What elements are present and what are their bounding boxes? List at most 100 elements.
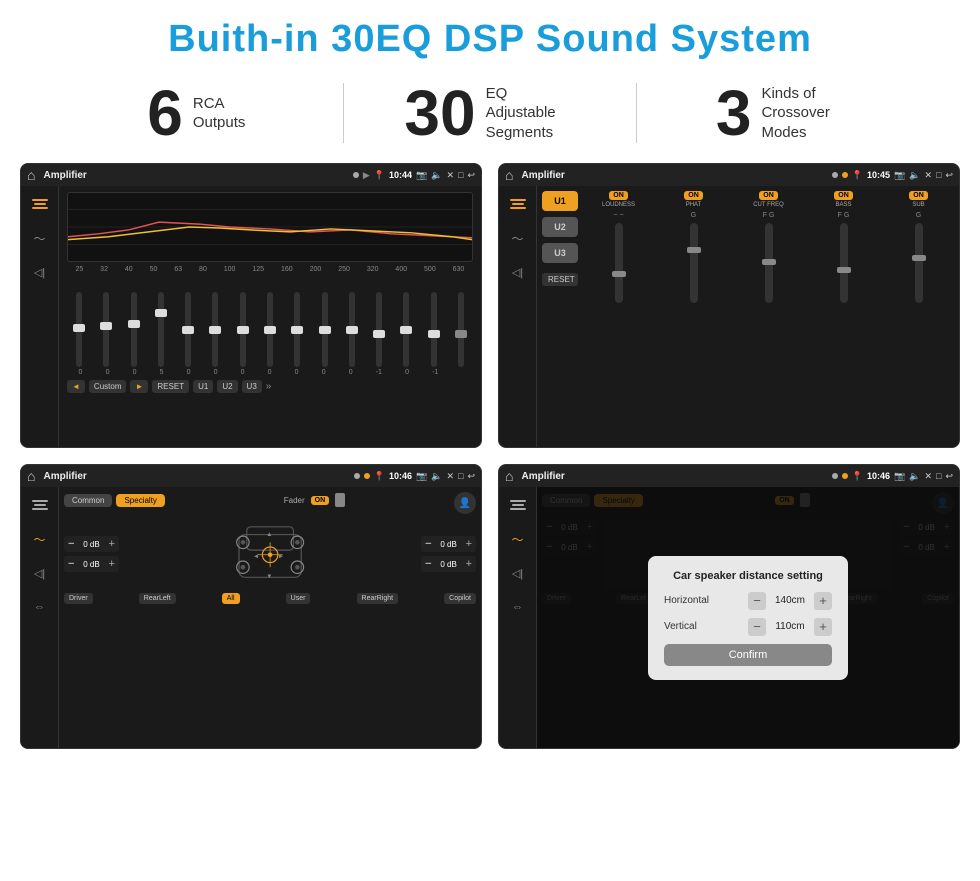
all-btn[interactable]: All	[222, 593, 240, 604]
eq-slider-5[interactable]	[176, 292, 200, 367]
eq-slider-4[interactable]	[149, 292, 173, 367]
back-icon-2: ↩	[945, 170, 953, 181]
status-bar-3: ⌂ Amplifier 📍 10:46 📷 🔈 ✕ □ ↩	[21, 465, 481, 487]
custom-label: Custom	[89, 380, 127, 393]
db-val-4: 0 dB	[435, 560, 463, 569]
home-icon-2[interactable]: ⌂	[505, 167, 513, 183]
screen-mixer: ⌂ Amplifier 📍 10:45 📷 🔈 ✕ □ ↩ 〜	[498, 163, 960, 448]
horizontal-plus[interactable]: +	[814, 592, 832, 610]
sidebar-expand-icon-3[interactable]: ⇔	[28, 597, 52, 617]
eq-slider-8[interactable]	[258, 292, 282, 367]
sidebar-wave-icon-3[interactable]: 〜	[28, 529, 52, 549]
vertical-minus[interactable]: −	[748, 618, 766, 636]
vertical-label: Vertical	[664, 621, 697, 632]
db-minus-1[interactable]: −	[68, 538, 74, 550]
confirm-button[interactable]: Confirm	[664, 644, 832, 666]
eq-slider-6[interactable]	[203, 292, 227, 367]
reset-button-1[interactable]: RESET	[152, 380, 189, 393]
eq-slider-15[interactable]	[449, 292, 473, 367]
label-phat: PHAT	[686, 202, 702, 208]
u3-button[interactable]: U3	[242, 380, 262, 393]
vertical-plus[interactable]: +	[814, 618, 832, 636]
eq-slider-9[interactable]	[285, 292, 309, 367]
sidebar-speaker-icon-4[interactable]: ◁|	[506, 563, 530, 583]
preset-u2[interactable]: U2	[542, 217, 578, 237]
eq-slider-2[interactable]	[94, 292, 118, 367]
sidebar-wave-icon[interactable]: 〜	[28, 228, 52, 248]
toggle-loudness[interactable]: ON	[609, 191, 628, 200]
eq-slider-12[interactable]	[367, 292, 391, 367]
home-icon-4[interactable]: ⌂	[505, 468, 513, 484]
user-btn[interactable]: User	[286, 593, 311, 604]
sidebar-eq-icon-4[interactable]	[506, 495, 530, 515]
sidebar-eq-icon-2[interactable]	[506, 194, 530, 214]
db-plus-2[interactable]: +	[108, 558, 114, 570]
eq-slider-13[interactable]	[394, 292, 418, 367]
preset-u1[interactable]: U1	[542, 191, 578, 211]
db-val-1: 0 dB	[77, 540, 105, 549]
prev-button[interactable]: ◄	[67, 380, 85, 393]
home-icon[interactable]: ⌂	[27, 167, 35, 183]
slider-phat[interactable]	[690, 223, 698, 303]
play-icon-1: ▶	[363, 170, 370, 181]
db-minus-2[interactable]: −	[68, 558, 74, 570]
db-minus-4[interactable]: −	[425, 558, 431, 570]
status-dot-orange-4	[842, 473, 848, 479]
user-icon-3[interactable]: 👤	[454, 492, 476, 514]
stat-number-eq: 30	[404, 81, 475, 145]
eq-slider-10[interactable]	[312, 292, 336, 367]
status-dot-1	[353, 172, 359, 178]
reset-button-2[interactable]: RESET	[542, 273, 578, 286]
slider-cutfreq[interactable]	[765, 223, 773, 303]
db-plus-1[interactable]: +	[108, 538, 114, 550]
eq-labels: 2532 4050 6380 100125 160200 250320 4005…	[67, 266, 473, 273]
close-icon-3: ✕	[446, 471, 454, 482]
toggle-cutfreq[interactable]: ON	[759, 191, 778, 200]
rearright-btn[interactable]: RearRight	[357, 593, 399, 604]
u1-button[interactable]: U1	[193, 380, 213, 393]
tab-specialty-3[interactable]: Specialty	[116, 494, 164, 507]
toggle-phat[interactable]: ON	[684, 191, 703, 200]
copilot-btn[interactable]: Copilot	[444, 593, 476, 604]
preset-u3[interactable]: U3	[542, 243, 578, 263]
sidebar-expand-icon-4[interactable]: ⇔	[506, 597, 530, 617]
channel-cutfreq: ON CUT FREQ F G	[733, 191, 804, 442]
left-sidebar-1: 〜 ◁|	[21, 186, 59, 447]
db-control-right: − 0 dB + − 0 dB +	[421, 536, 476, 572]
fader-on[interactable]: ON	[311, 496, 330, 505]
eq-slider-11[interactable]	[340, 292, 364, 367]
slider-bass[interactable]	[840, 223, 848, 303]
location-icon: 📍	[374, 170, 385, 181]
home-icon-3[interactable]: ⌂	[27, 468, 35, 484]
eq-slider-7[interactable]	[231, 292, 255, 367]
db-minus-3[interactable]: −	[425, 538, 431, 550]
eq-slider-1[interactable]	[67, 292, 91, 367]
sidebar-eq-icon[interactable]	[28, 194, 52, 214]
db-plus-4[interactable]: +	[466, 558, 472, 570]
expand-icon[interactable]: »	[266, 381, 272, 392]
sidebar-speaker-icon-3[interactable]: ◁|	[28, 563, 52, 583]
rearleft-btn[interactable]: RearLeft	[139, 593, 176, 604]
sidebar-eq-icon-3[interactable]	[28, 495, 52, 515]
driver-btn[interactable]: Driver	[64, 593, 93, 604]
bottom-labels: Driver RearLeft All User RearRight Copil…	[64, 593, 476, 604]
u2-button[interactable]: U2	[217, 380, 237, 393]
slider-loudness[interactable]	[615, 223, 623, 303]
horizontal-minus[interactable]: −	[748, 592, 766, 610]
tab-common-3[interactable]: Common	[64, 494, 112, 507]
db-row-1: − 0 dB +	[64, 536, 119, 552]
next-button[interactable]: ►	[130, 380, 148, 393]
sidebar-wave-icon-4[interactable]: 〜	[506, 529, 530, 549]
toggle-sub[interactable]: ON	[909, 191, 928, 200]
db-plus-3[interactable]: +	[466, 538, 472, 550]
fader-label: Fader	[284, 496, 305, 505]
sidebar-wave-icon-2[interactable]: 〜	[506, 228, 530, 248]
eq-slider-14[interactable]	[421, 292, 445, 367]
dialog-box: Car speaker distance setting Horizontal …	[648, 556, 848, 680]
stat-number-crossover: 3	[716, 81, 752, 145]
sidebar-speaker-icon[interactable]: ◁|	[28, 262, 52, 282]
slider-sub[interactable]	[915, 223, 923, 303]
toggle-bass[interactable]: ON	[834, 191, 853, 200]
eq-slider-3[interactable]	[122, 292, 146, 367]
sidebar-speaker-icon-2[interactable]: ◁|	[506, 262, 530, 282]
